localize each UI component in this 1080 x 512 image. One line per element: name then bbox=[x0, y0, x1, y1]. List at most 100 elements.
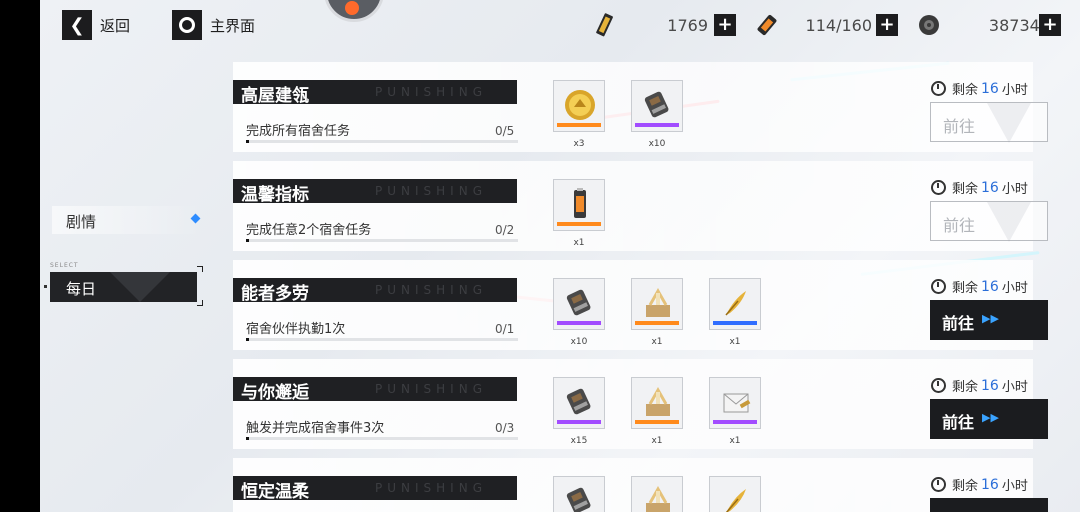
timer-suffix: 小时 bbox=[1001, 380, 1028, 395]
select-bracket bbox=[197, 266, 203, 272]
reward-item[interactable] bbox=[709, 476, 761, 512]
task-title: 高屋建瓴 bbox=[241, 86, 309, 106]
task-progress-bar bbox=[246, 239, 518, 242]
notice-dot-icon bbox=[190, 213, 201, 224]
resource-stamina-value: 114/160 bbox=[805, 15, 872, 35]
clock-icon bbox=[931, 378, 946, 393]
clock-icon bbox=[931, 180, 946, 195]
timer-prefix: 剩余 bbox=[952, 182, 979, 197]
add-ticket-button[interactable]: + bbox=[714, 14, 736, 36]
gold-ticket-icon bbox=[592, 12, 618, 38]
resource-coin: 387345 bbox=[916, 10, 1050, 40]
task-row: 恒定温柔 PUNISHING 剩余 16 小时 bbox=[233, 458, 1048, 512]
go-button[interactable]: 前往 ▶▶ bbox=[930, 399, 1048, 439]
rarity-stripe bbox=[635, 321, 679, 325]
back-button[interactable]: ❮ 返回 bbox=[62, 10, 130, 40]
task-watermark: PUNISHING bbox=[375, 382, 487, 396]
rarity-stripe bbox=[557, 123, 601, 127]
go-button-label: 前往 bbox=[942, 314, 975, 333]
reward-qty: x1 bbox=[651, 337, 663, 347]
back-label: 返回 bbox=[100, 16, 131, 35]
task-progress-bar bbox=[246, 338, 518, 341]
timer-suffix: 小时 bbox=[1001, 182, 1028, 197]
reward-item[interactable]: x15 bbox=[553, 377, 605, 446]
timer-prefix: 剩余 bbox=[952, 83, 979, 98]
coin-gear-icon bbox=[916, 12, 942, 38]
gear-part-icon bbox=[553, 377, 605, 429]
task-progress-bar bbox=[246, 437, 518, 440]
task-title: 温馨指标 bbox=[241, 185, 309, 205]
reward-item[interactable]: x1 bbox=[631, 278, 683, 347]
task-row: 温馨指标 PUNISHING 完成任意2个宿舍任务 0/2 x1 剩余 16 小… bbox=[233, 161, 1048, 251]
task-watermark: PUNISHING bbox=[375, 481, 487, 495]
reward-qty: x10 bbox=[648, 139, 666, 149]
task-row: 高屋建瓴 PUNISHING 完成所有宿舍任务 0/5 x3 x10 剩余 16… bbox=[233, 62, 1048, 152]
gear-part-icon bbox=[631, 80, 683, 132]
menu-orb-icon[interactable] bbox=[324, 0, 384, 22]
reward-item[interactable]: x1 bbox=[553, 179, 605, 248]
go-button[interactable]: 前往 bbox=[930, 102, 1048, 143]
decor-triangle bbox=[987, 202, 1031, 242]
golden-quill-icon bbox=[709, 278, 761, 330]
rarity-stripe bbox=[557, 420, 601, 424]
reward-qty: x1 bbox=[729, 337, 741, 347]
reward-qty: x1 bbox=[651, 436, 663, 446]
task-timer: 剩余 16 小时 bbox=[931, 475, 1028, 494]
rarity-stripe bbox=[557, 222, 601, 226]
timer-suffix: 小时 bbox=[1001, 83, 1028, 98]
reward-item[interactable]: x3 bbox=[553, 80, 605, 149]
timer-prefix: 剩余 bbox=[952, 281, 979, 296]
timer-value: 16 bbox=[981, 80, 999, 97]
task-timer: 剩余 16 小时 bbox=[931, 178, 1028, 197]
double-arrow-right-icon: ▶▶ bbox=[982, 312, 999, 325]
task-row: 与你邂逅 PUNISHING 触发并完成宿舍事件3次 0/3 x15 x1 x1… bbox=[233, 359, 1048, 449]
reward-item[interactable]: x10 bbox=[553, 278, 605, 347]
rarity-stripe bbox=[557, 321, 601, 325]
home-label: 主界面 bbox=[210, 16, 256, 35]
add-coin-button[interactable]: + bbox=[1039, 14, 1061, 36]
timer-prefix: 剩余 bbox=[952, 479, 979, 494]
go-button[interactable]: 前往 ▶▶ bbox=[930, 300, 1048, 340]
timer-suffix: 小时 bbox=[1001, 479, 1028, 494]
gear-part-icon bbox=[553, 278, 605, 330]
reward-qty: x1 bbox=[573, 238, 585, 248]
timer-value: 16 bbox=[981, 377, 999, 394]
sidebar-item-story[interactable]: 剧情 bbox=[52, 206, 202, 234]
task-timer: 剩余 16 小时 bbox=[931, 79, 1028, 98]
task-description: 触发并完成宿舍事件3次 bbox=[246, 421, 385, 436]
task-progress-bar bbox=[246, 140, 518, 143]
go-button-label: 前往 bbox=[943, 117, 976, 136]
task-description: 完成所有宿舍任务 bbox=[246, 124, 351, 139]
task-watermark: PUNISHING bbox=[375, 283, 487, 297]
rarity-stripe bbox=[635, 123, 679, 127]
reward-qty: x3 bbox=[573, 139, 585, 149]
golden-quill-icon bbox=[709, 476, 761, 512]
reward-qty: x15 bbox=[570, 436, 588, 446]
resource-ticket-value: 1769 bbox=[667, 15, 708, 35]
reward-item[interactable]: x1 bbox=[709, 278, 761, 347]
go-button[interactable] bbox=[930, 498, 1048, 512]
go-button-label: 前往 bbox=[943, 216, 976, 235]
clock-icon bbox=[931, 477, 946, 492]
reward-item[interactable]: x10 bbox=[631, 80, 683, 149]
reward-item[interactable]: x1 bbox=[709, 377, 761, 446]
select-bracket bbox=[197, 300, 203, 306]
reward-item[interactable] bbox=[631, 476, 683, 512]
home-button[interactable]: 主界面 bbox=[172, 10, 255, 40]
task-title: 能者多劳 bbox=[241, 284, 309, 304]
reward-item[interactable] bbox=[553, 476, 605, 512]
sidebar-item-label: 剧情 bbox=[66, 213, 97, 231]
reward-item[interactable]: x1 bbox=[631, 377, 683, 446]
task-timer: 剩余 16 小时 bbox=[931, 277, 1028, 296]
letter-envelope-icon bbox=[709, 377, 761, 429]
sidebar-item-daily[interactable]: 每日 bbox=[50, 272, 197, 302]
go-button[interactable]: 前往 bbox=[930, 201, 1048, 242]
task-title-bar: 高屋建瓴 PUNISHING bbox=[233, 80, 517, 106]
stamina-battery-icon bbox=[754, 12, 780, 38]
rarity-stripe bbox=[635, 420, 679, 424]
resource-ticket: 1769 bbox=[592, 10, 708, 40]
timer-value: 16 bbox=[981, 179, 999, 196]
decor-triangle bbox=[987, 103, 1031, 143]
chevron-left-icon: ❮ bbox=[62, 10, 92, 40]
add-stamina-button[interactable]: + bbox=[876, 14, 898, 36]
